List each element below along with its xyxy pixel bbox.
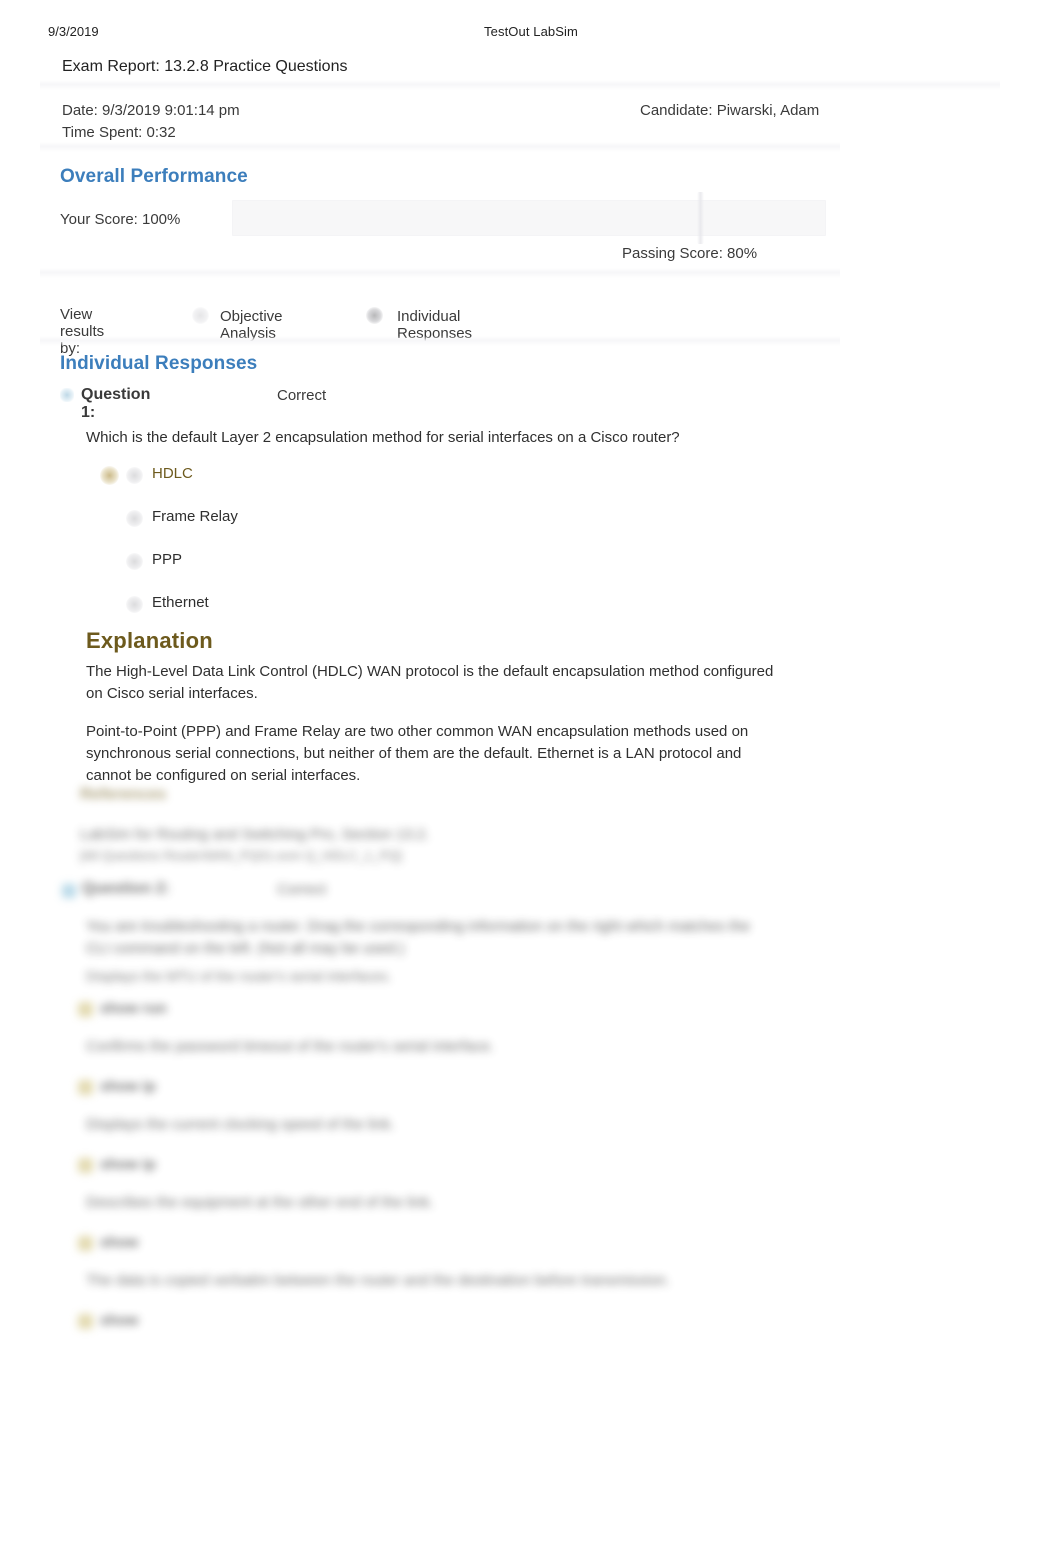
- explanation-heading: Explanation: [86, 628, 213, 653]
- question-2-prompt: You are troubleshooting a router. Drag t…: [86, 918, 751, 957]
- page-title: Exam Report: 13.2.8 Practice Questions: [62, 58, 348, 75]
- question-status-icon: [60, 388, 74, 402]
- option-row[interactable]: Frame Relay: [86, 505, 686, 548]
- time-spent: Time Spent: 0:32: [62, 124, 176, 141]
- question-2-number: Question 2:: [82, 880, 171, 897]
- option-label[interactable]: Frame Relay: [152, 508, 238, 525]
- match-answer: show ip: [100, 1078, 156, 1095]
- passing-score-label: Passing Score: 80%: [622, 245, 758, 262]
- references-heading: References: [80, 786, 167, 803]
- candidate-name: Candidate: Piwarski, Adam: [640, 102, 820, 119]
- overall-performance-heading: Overall Performance: [60, 166, 248, 187]
- match-answer: show run: [100, 1000, 167, 1017]
- match-row: show The data is copied verbatim between…: [78, 1234, 786, 1312]
- divider-view-by: [40, 336, 840, 346]
- match-prompt: Describes the equipment at the other end…: [86, 1194, 434, 1211]
- divider-top: [40, 80, 1000, 90]
- question-1-options: HDLC Frame Relay PPP Ethernet: [86, 462, 686, 634]
- correct-answer-icon: [100, 466, 119, 485]
- option-radio[interactable]: [126, 467, 143, 484]
- divider-meta: [40, 142, 840, 152]
- print-header: 9/3/2019 TestOut LabSim: [0, 24, 1062, 42]
- explanation-paragraph: Point-to-Point (PPP) and Frame Relay are…: [86, 723, 749, 784]
- correct-answer-icon: [78, 1236, 93, 1251]
- match-prompt: Displays the current clocking speed of t…: [86, 1116, 395, 1133]
- correct-answer-icon: [78, 1314, 93, 1329]
- match-answer: show: [100, 1234, 139, 1251]
- match-prompt: Confirms the password timeout of the rou…: [86, 1038, 495, 1055]
- divider-score: [40, 268, 840, 278]
- match-answer: show: [100, 1312, 139, 1329]
- match-answer: show ip: [100, 1156, 156, 1173]
- correct-answer-icon: [78, 1002, 93, 1017]
- question-2-subprompt: Displays the MTU of the router's serial …: [86, 968, 392, 984]
- question-1-prompt: Which is the default Layer 2 encapsulati…: [86, 429, 680, 446]
- blurred-tail-region: References LabSim for Routing and Switch…: [60, 786, 920, 1356]
- correct-answer-icon: [78, 1158, 93, 1173]
- question-1-number: Question 1:: [81, 386, 151, 421]
- match-row: show run Confirms the password timeout o…: [78, 1000, 786, 1078]
- option-row[interactable]: HDLC: [86, 462, 686, 505]
- match-row: show ip Describes the equipment at the o…: [78, 1156, 786, 1234]
- option-label[interactable]: PPP: [152, 551, 182, 568]
- option-radio[interactable]: [126, 553, 143, 570]
- question-2-status: Correct: [277, 881, 327, 898]
- question-2-match-list: show run Confirms the password timeout o…: [78, 1000, 786, 1390]
- score-progress-fill: [233, 201, 825, 235]
- exam-report-page: 9/3/2019 TestOut LabSim Exam Report: 13.…: [0, 0, 1062, 1556]
- option-label[interactable]: Ethernet: [152, 594, 209, 611]
- report-date: Date: 9/3/2019 9:01:14 pm: [62, 102, 240, 119]
- reference-line: [All Questions RouterWAN_PQ01.exm Q_HDLC…: [80, 848, 402, 863]
- passing-score-marker: [697, 192, 704, 244]
- view-results-by-label: View results by:: [60, 306, 105, 357]
- option-radio[interactable]: [126, 596, 143, 613]
- question-1-status: Correct: [277, 387, 327, 404]
- match-row: show ip Displays the current clocking sp…: [78, 1078, 786, 1156]
- explanation-body: The High-Level Data Link Control (HDLC) …: [86, 661, 786, 803]
- reference-line: LabSim for Routing and Switching Pro, Se…: [80, 826, 430, 843]
- your-score-label: Your Score: 100%: [60, 211, 181, 228]
- score-progress-bar: [232, 200, 826, 236]
- match-row: show: [78, 1312, 786, 1390]
- radio-objective-analysis[interactable]: [192, 307, 209, 324]
- question-status-icon: [62, 884, 76, 898]
- radio-individual-responses[interactable]: [366, 307, 383, 324]
- option-label[interactable]: HDLC: [152, 465, 193, 482]
- explanation-paragraph: The High-Level Data Link Control (HDLC) …: [86, 663, 774, 702]
- option-row[interactable]: PPP: [86, 548, 686, 591]
- individual-responses-heading: Individual Responses: [60, 353, 258, 374]
- match-prompt: The data is copied verbatim between the …: [86, 1272, 670, 1289]
- correct-answer-icon: [78, 1080, 93, 1095]
- app-title: TestOut LabSim: [484, 24, 578, 39]
- report-meta: Date: 9/3/2019 9:01:14 pm Candidate: Piw…: [62, 100, 842, 144]
- option-radio[interactable]: [126, 510, 143, 527]
